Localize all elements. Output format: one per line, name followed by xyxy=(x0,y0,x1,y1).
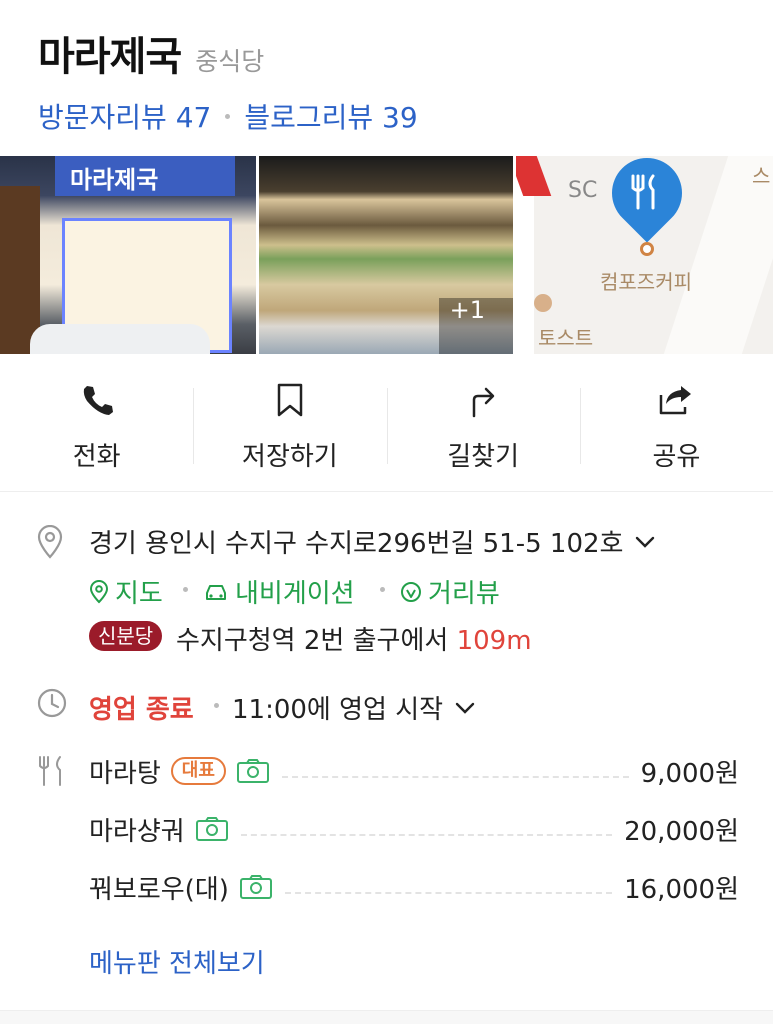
utensils-icon xyxy=(36,755,66,791)
menu-item[interactable]: 꿔보로우(대) 16,000원 xyxy=(89,867,739,907)
photo-car xyxy=(30,324,210,354)
business-status: 영업 종료 xyxy=(89,695,194,725)
camera-icon[interactable] xyxy=(236,758,270,784)
streetview-icon xyxy=(400,581,422,603)
map-pin-small-icon xyxy=(89,579,109,604)
subway-distance: 109m xyxy=(456,626,532,656)
view-full-menu-link[interactable]: 메뉴판 전체보기 xyxy=(89,943,265,980)
address-toggle[interactable]: 경기 용인시 수지구 수지로296번길 51-5 102호 xyxy=(89,523,655,560)
menu-item-name: 꿔보로우(대) xyxy=(89,874,229,905)
directions-button[interactable]: 길찾기 xyxy=(386,354,580,491)
hours-toggle[interactable]: 11:00에 영업 시작 xyxy=(232,689,475,726)
separator-dot xyxy=(380,587,385,592)
share-label: 공유 xyxy=(652,442,701,472)
map-link[interactable]: 지도 xyxy=(89,573,163,610)
call-label: 전화 xyxy=(72,442,121,472)
chevron-down-icon xyxy=(635,535,655,549)
map-pin-dot xyxy=(640,242,654,256)
place-header: 마라제국 중식당 방문자리뷰 47 블로그리뷰 39 xyxy=(38,24,753,136)
menu-dotted-leader xyxy=(240,834,613,836)
map-red-zone xyxy=(516,156,552,196)
subway-info: 수지구청역 2번 출구에서 109m xyxy=(176,620,532,657)
map-link-label: 지도 xyxy=(115,579,163,609)
menu-item-price: 20,000원 xyxy=(624,816,739,847)
map-label: 스 xyxy=(752,164,771,188)
title-row: 마라제국 중식당 xyxy=(38,24,753,82)
save-label: 저장하기 xyxy=(242,442,338,472)
chevron-down-icon xyxy=(455,701,475,715)
address-text: 경기 용인시 수지구 수지로296번길 51-5 102호 xyxy=(89,529,624,559)
directions-label: 길찾기 xyxy=(447,442,519,472)
menu-item-name: 마라샹궈 xyxy=(89,816,185,847)
call-button[interactable]: 전화 xyxy=(0,354,193,491)
photo-tree xyxy=(0,186,40,354)
action-bar: 전화 저장하기 길찾기 공유 xyxy=(0,354,773,492)
section-divider xyxy=(0,1010,773,1024)
signature-badge: 대표 xyxy=(170,757,226,785)
photo-sign-text: 마라제국 xyxy=(70,166,159,194)
visitor-review-link[interactable]: 방문자리뷰 47 xyxy=(38,96,211,136)
share-icon xyxy=(657,380,695,420)
navigation-link[interactable]: 내비게이션 xyxy=(203,573,355,610)
restaurant-icon xyxy=(627,174,661,218)
separator-dot xyxy=(183,587,188,592)
menu-dotted-leader xyxy=(281,776,629,778)
streetview-link[interactable]: 거리뷰 xyxy=(400,573,500,610)
photo-strip: 마라제국 +1 SC 스 컴포즈커피 토스트 xyxy=(0,156,773,354)
blog-review-link[interactable]: 블로그리뷰 39 xyxy=(244,96,417,136)
menu-dotted-leader xyxy=(284,892,613,894)
store-name: 마라제국 xyxy=(38,34,182,80)
store-category: 중식당 xyxy=(195,47,265,76)
menu-item[interactable]: 마라샹궈 20,000원 xyxy=(89,809,739,849)
map-poi-icon xyxy=(534,294,552,312)
subway-exit: 2번 출구에서 xyxy=(303,626,449,656)
storefront-photo[interactable]: 마라제국 xyxy=(0,156,256,354)
ingredients-photo[interactable]: +1 xyxy=(259,156,513,354)
camera-icon[interactable] xyxy=(195,816,229,842)
phone-icon xyxy=(80,380,114,420)
navigation-link-label: 내비게이션 xyxy=(235,579,355,609)
map-thumbnail[interactable]: SC 스 컴포즈커피 토스트 xyxy=(516,156,773,354)
subway-station: 수지구청역 xyxy=(176,626,296,656)
streetview-link-label: 거리뷰 xyxy=(428,579,500,609)
separator-dot xyxy=(214,703,219,708)
menu-item-name: 마라탕 xyxy=(89,758,161,789)
map-label: 토스트 xyxy=(538,326,594,350)
camera-icon[interactable] xyxy=(239,874,273,900)
more-photos-count[interactable]: +1 xyxy=(450,296,485,324)
clock-icon xyxy=(36,687,68,723)
map-label: SC xyxy=(568,178,598,203)
next-open-time: 11:00에 영업 시작 xyxy=(232,695,444,725)
review-row: 방문자리뷰 47 블로그리뷰 39 xyxy=(38,96,753,136)
location-pin-icon xyxy=(36,524,64,563)
save-button[interactable]: 저장하기 xyxy=(193,354,386,491)
separator-dot xyxy=(225,113,231,119)
menu-item-price: 16,000원 xyxy=(624,874,739,905)
menu-item-price: 9,000원 xyxy=(640,758,739,789)
menu-item[interactable]: 마라탕 대표 9,000원 xyxy=(89,751,739,791)
directions-icon xyxy=(466,380,500,420)
car-icon xyxy=(203,581,229,603)
bookmark-icon xyxy=(275,380,305,420)
map-label: 컴포즈커피 xyxy=(600,270,692,294)
subway-line-badge: 신분당 xyxy=(89,621,163,651)
share-button[interactable]: 공유 xyxy=(579,354,773,491)
